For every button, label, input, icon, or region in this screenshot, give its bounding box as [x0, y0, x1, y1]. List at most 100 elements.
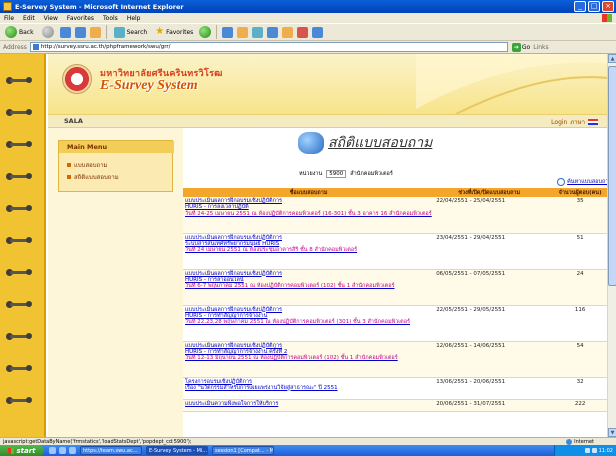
menu-tools[interactable]: Tools	[103, 15, 118, 22]
binding-ring	[6, 236, 34, 246]
stop-icon[interactable]	[59, 26, 71, 38]
forward-button[interactable]	[40, 25, 56, 39]
menu-edit[interactable]: Edit	[23, 15, 35, 22]
menu-item-questionnaire[interactable]: แบบสอบถาม	[67, 160, 108, 170]
survey-detail: วันที่ 22,23,28 พฤษภาคม 2551 ณ ห้องปฏิบั…	[185, 319, 411, 326]
binding-ring	[6, 140, 34, 150]
department-label: หน่วยงาน	[299, 171, 323, 177]
page-icon	[32, 44, 39, 50]
scroll-thumb[interactable]	[608, 66, 616, 286]
favorites-label: Favorites	[166, 28, 194, 36]
thai-flag-icon[interactable]	[588, 119, 598, 125]
volume-icon[interactable]	[591, 448, 597, 453]
globe-icon	[566, 438, 573, 445]
survey-detail: วันที่ 12-13 มิถุนายน 2551 ณ ห้องปฏิบัติ…	[185, 355, 398, 362]
survey-link[interactable]: แบบประเมินผลการฝึกอบรมเชิงปฏิบัติการ ระบ…	[183, 233, 435, 270]
login-link[interactable]: Login	[551, 119, 567, 126]
toolbar-separator	[216, 25, 218, 39]
survey-period: 22/04/2551 - 25/04/2551	[434, 197, 545, 234]
menu-view[interactable]: View	[44, 15, 58, 22]
menu-item-label: สถิติแบบสอบถาม	[74, 174, 119, 181]
table-row: แบบประเมินผลการฝึกอบรมเชิงปฏิบัติการ HUR…	[183, 305, 616, 342]
survey-link[interactable]: แบบประเมินผลการฝึกอบรมเชิงปฏิบัติการ HUR…	[183, 269, 435, 306]
minimize-button[interactable]: _	[574, 1, 586, 12]
zone-label: Internet	[574, 438, 594, 445]
go-label: Go	[521, 43, 531, 51]
print-icon[interactable]	[252, 26, 264, 38]
survey-period: 13/06/2551 - 20/06/2551	[434, 377, 545, 400]
ie-quicklaunch-icon[interactable]	[59, 447, 66, 454]
binding-ring	[6, 108, 34, 118]
media-player-icon[interactable]	[69, 447, 76, 454]
menu-file[interactable]: File	[4, 15, 14, 22]
window-titlebar[interactable]: E-Servey System - Microsoft Internet Exp…	[0, 0, 616, 13]
back-button[interactable]: Back	[3, 25, 36, 39]
binding-ring	[6, 268, 34, 278]
scroll-down-arrow-icon[interactable]: ▼	[608, 428, 616, 437]
folder-icon[interactable]	[282, 26, 294, 38]
binding-ring	[6, 300, 34, 310]
status-bar: javascript:getDataByName('frmstatics','l…	[0, 437, 616, 445]
windows-logo-icon	[602, 14, 612, 22]
favorites-button[interactable]: ★ Favorites	[153, 25, 195, 39]
survey-link[interactable]: แบบประเมินความพึงพอใจการให้บริการ	[183, 399, 435, 412]
table-row: แบบประเมินผลการฝึกอบรมเชิงปฏิบัติการ ระบ…	[183, 233, 616, 270]
toolbar-separator	[105, 25, 107, 39]
go-button[interactable]: ➔ Go	[511, 42, 531, 52]
home-icon[interactable]	[89, 26, 101, 38]
desktop-icon[interactable]	[49, 447, 56, 454]
left-menu: Main Menu แบบสอบถาม สถิติแบบสอบถาม	[48, 128, 183, 437]
binding-ring	[6, 396, 34, 406]
survey-link[interactable]: แบบประเมินผลการฝึกอบรมเชิงปฏิบัติการ HUR…	[183, 341, 435, 378]
menu-help[interactable]: Help	[127, 15, 141, 22]
close-button[interactable]: ×	[602, 1, 614, 12]
network-icon[interactable]	[584, 448, 590, 453]
messenger-icon[interactable]	[297, 26, 309, 38]
survey-count: 32	[544, 377, 616, 400]
table-row: แบบประเมินผลการฝึกอบรมเชิงปฏิบัติการ HUR…	[183, 269, 616, 306]
survey-subtitle: เรื่อง "นวัตกรรมสำหรับการเผยแพร่งานวิจัย…	[185, 384, 338, 391]
survey-link[interactable]: แบบประเมินผลการฝึกอบรมเชิงปฏิบัติการ HUR…	[183, 197, 435, 234]
menu-item-statistics[interactable]: สถิติแบบสอบถาม	[67, 172, 119, 182]
department-code[interactable]: 5900	[326, 170, 347, 178]
taskbar-task-active[interactable]: E-Survey System - Mi...	[146, 446, 208, 455]
edit-icon[interactable]	[267, 26, 279, 38]
survey-count: 51	[544, 233, 616, 270]
survey-detail: วันที่ 6-7 พฤษภาคม 2551 ณ ห้องปฏิบัติการ…	[185, 283, 395, 290]
security-zone: Internet	[566, 438, 594, 445]
media-icon[interactable]	[199, 26, 212, 38]
status-text: javascript:getDataByName('frmstatics','l…	[3, 438, 192, 445]
survey-link[interactable]: โครงการอบรมเชิงปฏิบัติการ เรื่อง "นวัตกร…	[183, 377, 435, 400]
mail-icon[interactable]	[237, 26, 249, 38]
scroll-up-arrow-icon[interactable]: ▲	[608, 54, 616, 63]
address-input[interactable]: http://survey.ssru.ac.th/phpframework/sw…	[29, 42, 508, 52]
vertical-scrollbar[interactable]: ▲ ▼	[607, 54, 616, 437]
search-questionnaire-link[interactable]: ค้นหาแบบสอบถาม	[557, 178, 612, 186]
browser-viewport: มหาวิทยาลัยศรีนครินทรวิโรฒ E-Survey Syst…	[0, 54, 616, 437]
maximize-button[interactable]: □	[588, 1, 600, 12]
start-label: start	[16, 446, 36, 455]
taskbar: start https://team.swu.ac... E-Survey Sy…	[0, 445, 616, 456]
main-menu-box: Main Menu แบบสอบถาม สถิติแบบสอบถาม	[58, 140, 174, 192]
start-button[interactable]: start	[0, 445, 44, 456]
department-name: สำนักคอมพิวเตอร์	[350, 171, 393, 177]
magnifier-icon	[557, 178, 566, 186]
taskbar-task[interactable]: https://team.swu.ac...	[80, 446, 142, 455]
survey-table: ชื่อแบบสอบถาม ช่วงที่เปิด/ปิดแบบสอบถาม จ…	[183, 188, 616, 412]
research-icon[interactable]	[312, 26, 324, 38]
menu-favorites[interactable]: Favorites	[67, 15, 94, 22]
taskbar-task[interactable]: session1 [Compat... - M...	[212, 446, 274, 455]
survey-period: 12/06/2551 - 14/06/2551	[434, 341, 545, 378]
refresh-icon[interactable]	[74, 26, 86, 38]
links-button[interactable]: Links	[533, 44, 548, 51]
search-button[interactable]: Search	[112, 25, 150, 39]
quick-launch	[49, 447, 76, 454]
back-arrow-icon	[5, 26, 17, 38]
survey-link[interactable]: แบบประเมินผลการฝึกอบรมเชิงปฏิบัติการ HUR…	[183, 305, 435, 342]
survey-count: 222	[544, 399, 616, 412]
table-header-row: ชื่อแบบสอบถาม ช่วงที่เปิด/ปิดแบบสอบถาม จ…	[183, 188, 616, 197]
survey-period: 23/04/2551 - 29/04/2551	[434, 233, 545, 270]
windows-logo-icon	[8, 447, 15, 454]
binding-ring	[6, 364, 34, 374]
history-icon[interactable]	[222, 26, 234, 38]
